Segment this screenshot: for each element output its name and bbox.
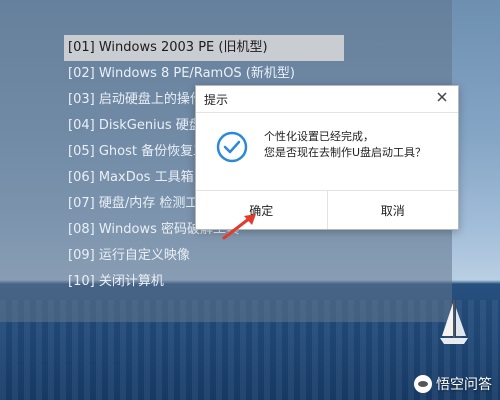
menu-item-09[interactable]: [09] 运行自定义映像 (64, 243, 344, 269)
watermark: 悟空问答 (414, 374, 492, 394)
dialog-header: 提示 (196, 86, 458, 113)
message-line-1: 个性化设置已经完成， (264, 130, 374, 143)
cancel-button[interactable]: 取消 (326, 191, 459, 229)
message-line-2: 您是否现在去制作U盘启动工具？ (264, 146, 427, 159)
prompt-dialog: 提示 个性化设置已经完成， 您是否现在去制作U盘启动工具？ 确定 取消 (195, 85, 459, 230)
sailboat-icon (440, 300, 468, 344)
pointer-arrow-icon (222, 214, 256, 240)
menu-item-01[interactable]: [01] Windows 2003 PE (旧机型) (64, 35, 344, 61)
wukong-logo-icon (414, 375, 432, 393)
menu-item-10[interactable]: [10] 关闭计算机 (64, 269, 344, 295)
dialog-body: 个性化设置已经完成， 您是否现在去制作U盘启动工具？ (196, 113, 458, 191)
close-icon[interactable] (434, 89, 450, 105)
check-circle-icon (216, 131, 248, 163)
watermark-text: 悟空问答 (436, 377, 492, 393)
menu-item-02[interactable]: [02] Windows 8 PE/RamOS (新机型) (64, 61, 344, 87)
dialog-title: 提示 (204, 93, 229, 107)
dialog-message: 个性化设置已经完成， 您是否现在去制作U盘启动工具？ (264, 129, 426, 161)
confirm-button[interactable]: 确定 (196, 191, 327, 229)
